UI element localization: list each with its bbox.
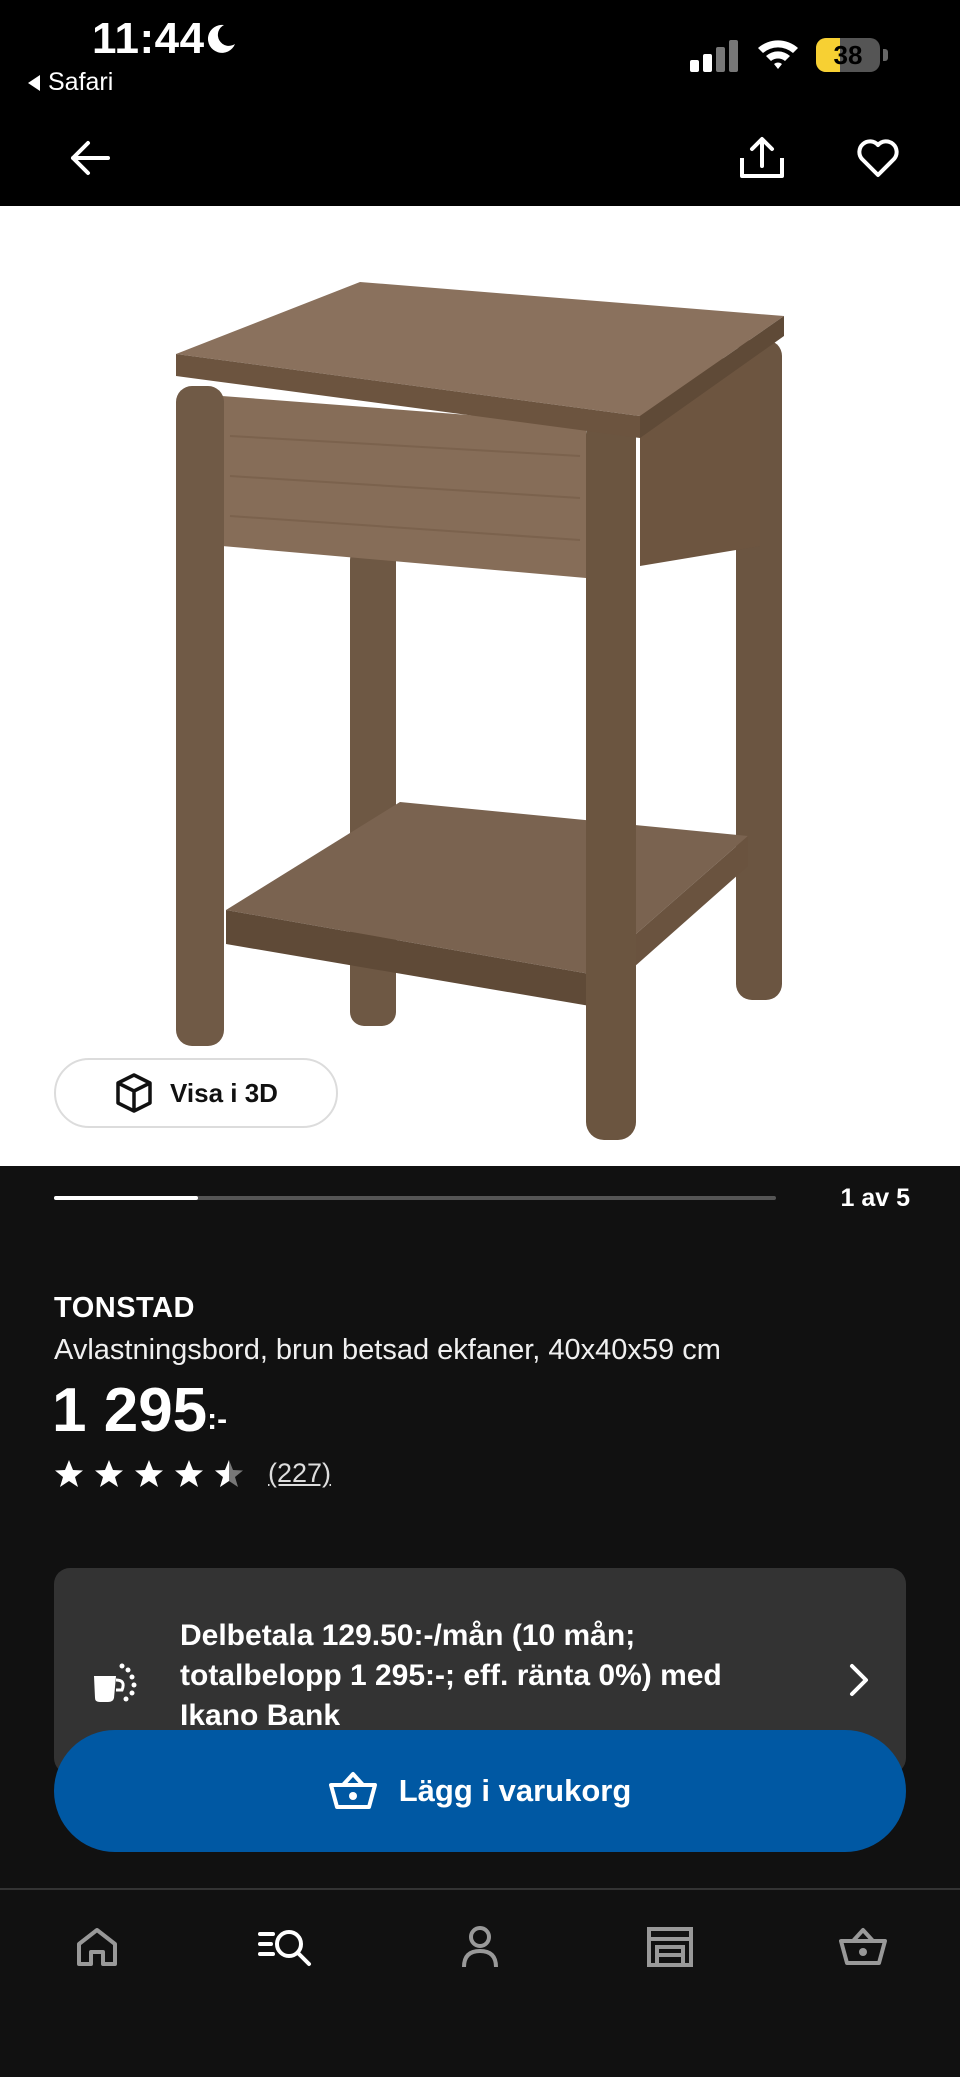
chevron-right-icon	[850, 1664, 868, 1696]
price-amount: 1 295	[52, 1376, 208, 1445]
status-bar: 11:44 Safari 38	[0, 0, 960, 110]
tab-profile[interactable]	[445, 1912, 515, 1982]
tab-stores[interactable]	[635, 1912, 705, 1982]
battery-level: 38	[833, 40, 863, 70]
star-half-icon	[215, 1459, 243, 1487]
gallery-progress-bar	[54, 1196, 776, 1200]
add-to-cart-button[interactable]: Lägg i varukorg	[54, 1730, 906, 1852]
search-list-icon	[258, 1930, 311, 1966]
product-name: TONSTAD	[54, 1292, 195, 1324]
basket-icon	[839, 1928, 887, 1965]
heart-icon	[857, 139, 899, 177]
gallery-progress-fill	[54, 1196, 199, 1200]
product-rating[interactable]: (227)	[54, 1458, 331, 1489]
status-time: 11:44	[92, 14, 205, 63]
share-icon	[740, 137, 784, 178]
add-to-cart-label: Lägg i varukorg	[398, 1773, 632, 1808]
gallery-page-indicator: 1 av 5	[840, 1184, 910, 1212]
price-suffix: :-	[207, 1403, 228, 1436]
installment-text: Delbetala 129.50:-/mån (10 mån; totalbel…	[180, 1619, 722, 1732]
view-3d-label: Visa i 3D	[170, 1077, 278, 1108]
back-button[interactable]	[60, 128, 120, 188]
star-icon	[55, 1459, 83, 1487]
star-icon	[135, 1459, 163, 1487]
tab-cart[interactable]	[828, 1912, 898, 1982]
back-triangle-icon	[28, 74, 40, 91]
tab-search[interactable]	[250, 1912, 320, 1982]
installment-payment-icon	[94, 1663, 137, 1702]
product-price: 1 295 :-	[52, 1378, 227, 1444]
battery-nub	[883, 49, 888, 61]
top-navigation	[0, 110, 960, 206]
basket-icon	[328, 1772, 377, 1809]
review-count-link[interactable]: (227)	[268, 1458, 331, 1489]
product-description: Avlastningsbord, brun betsad ekfaner, 40…	[54, 1334, 721, 1366]
battery-body: 38	[816, 38, 880, 72]
tab-home[interactable]	[62, 1912, 132, 1982]
profile-icon	[462, 1926, 498, 1968]
cube-icon	[116, 1073, 152, 1113]
battery-indicator: 38	[816, 38, 888, 74]
cellular-signal-icon	[690, 40, 738, 72]
favorite-button[interactable]	[848, 128, 908, 188]
store-icon	[647, 1927, 693, 1967]
back-app-label: Safari	[48, 68, 114, 96]
bottom-tab-bar	[0, 1890, 960, 2077]
wifi-icon	[758, 40, 798, 69]
star-icon	[175, 1459, 203, 1487]
product-image-gallery[interactable]: Visa i 3D	[0, 206, 960, 1166]
front-leg-right	[586, 416, 636, 1140]
share-button[interactable]	[732, 128, 792, 188]
home-icon	[77, 1928, 117, 1966]
front-leg-left	[176, 386, 224, 1046]
arrow-left-icon	[71, 141, 110, 175]
star-icon	[95, 1459, 123, 1487]
product-image-nightstand[interactable]	[0, 206, 960, 1166]
view-3d-button[interactable]: Visa i 3D	[54, 1058, 338, 1128]
back-to-app-link[interactable]: Safari	[28, 68, 113, 97]
moon-icon	[207, 24, 235, 53]
